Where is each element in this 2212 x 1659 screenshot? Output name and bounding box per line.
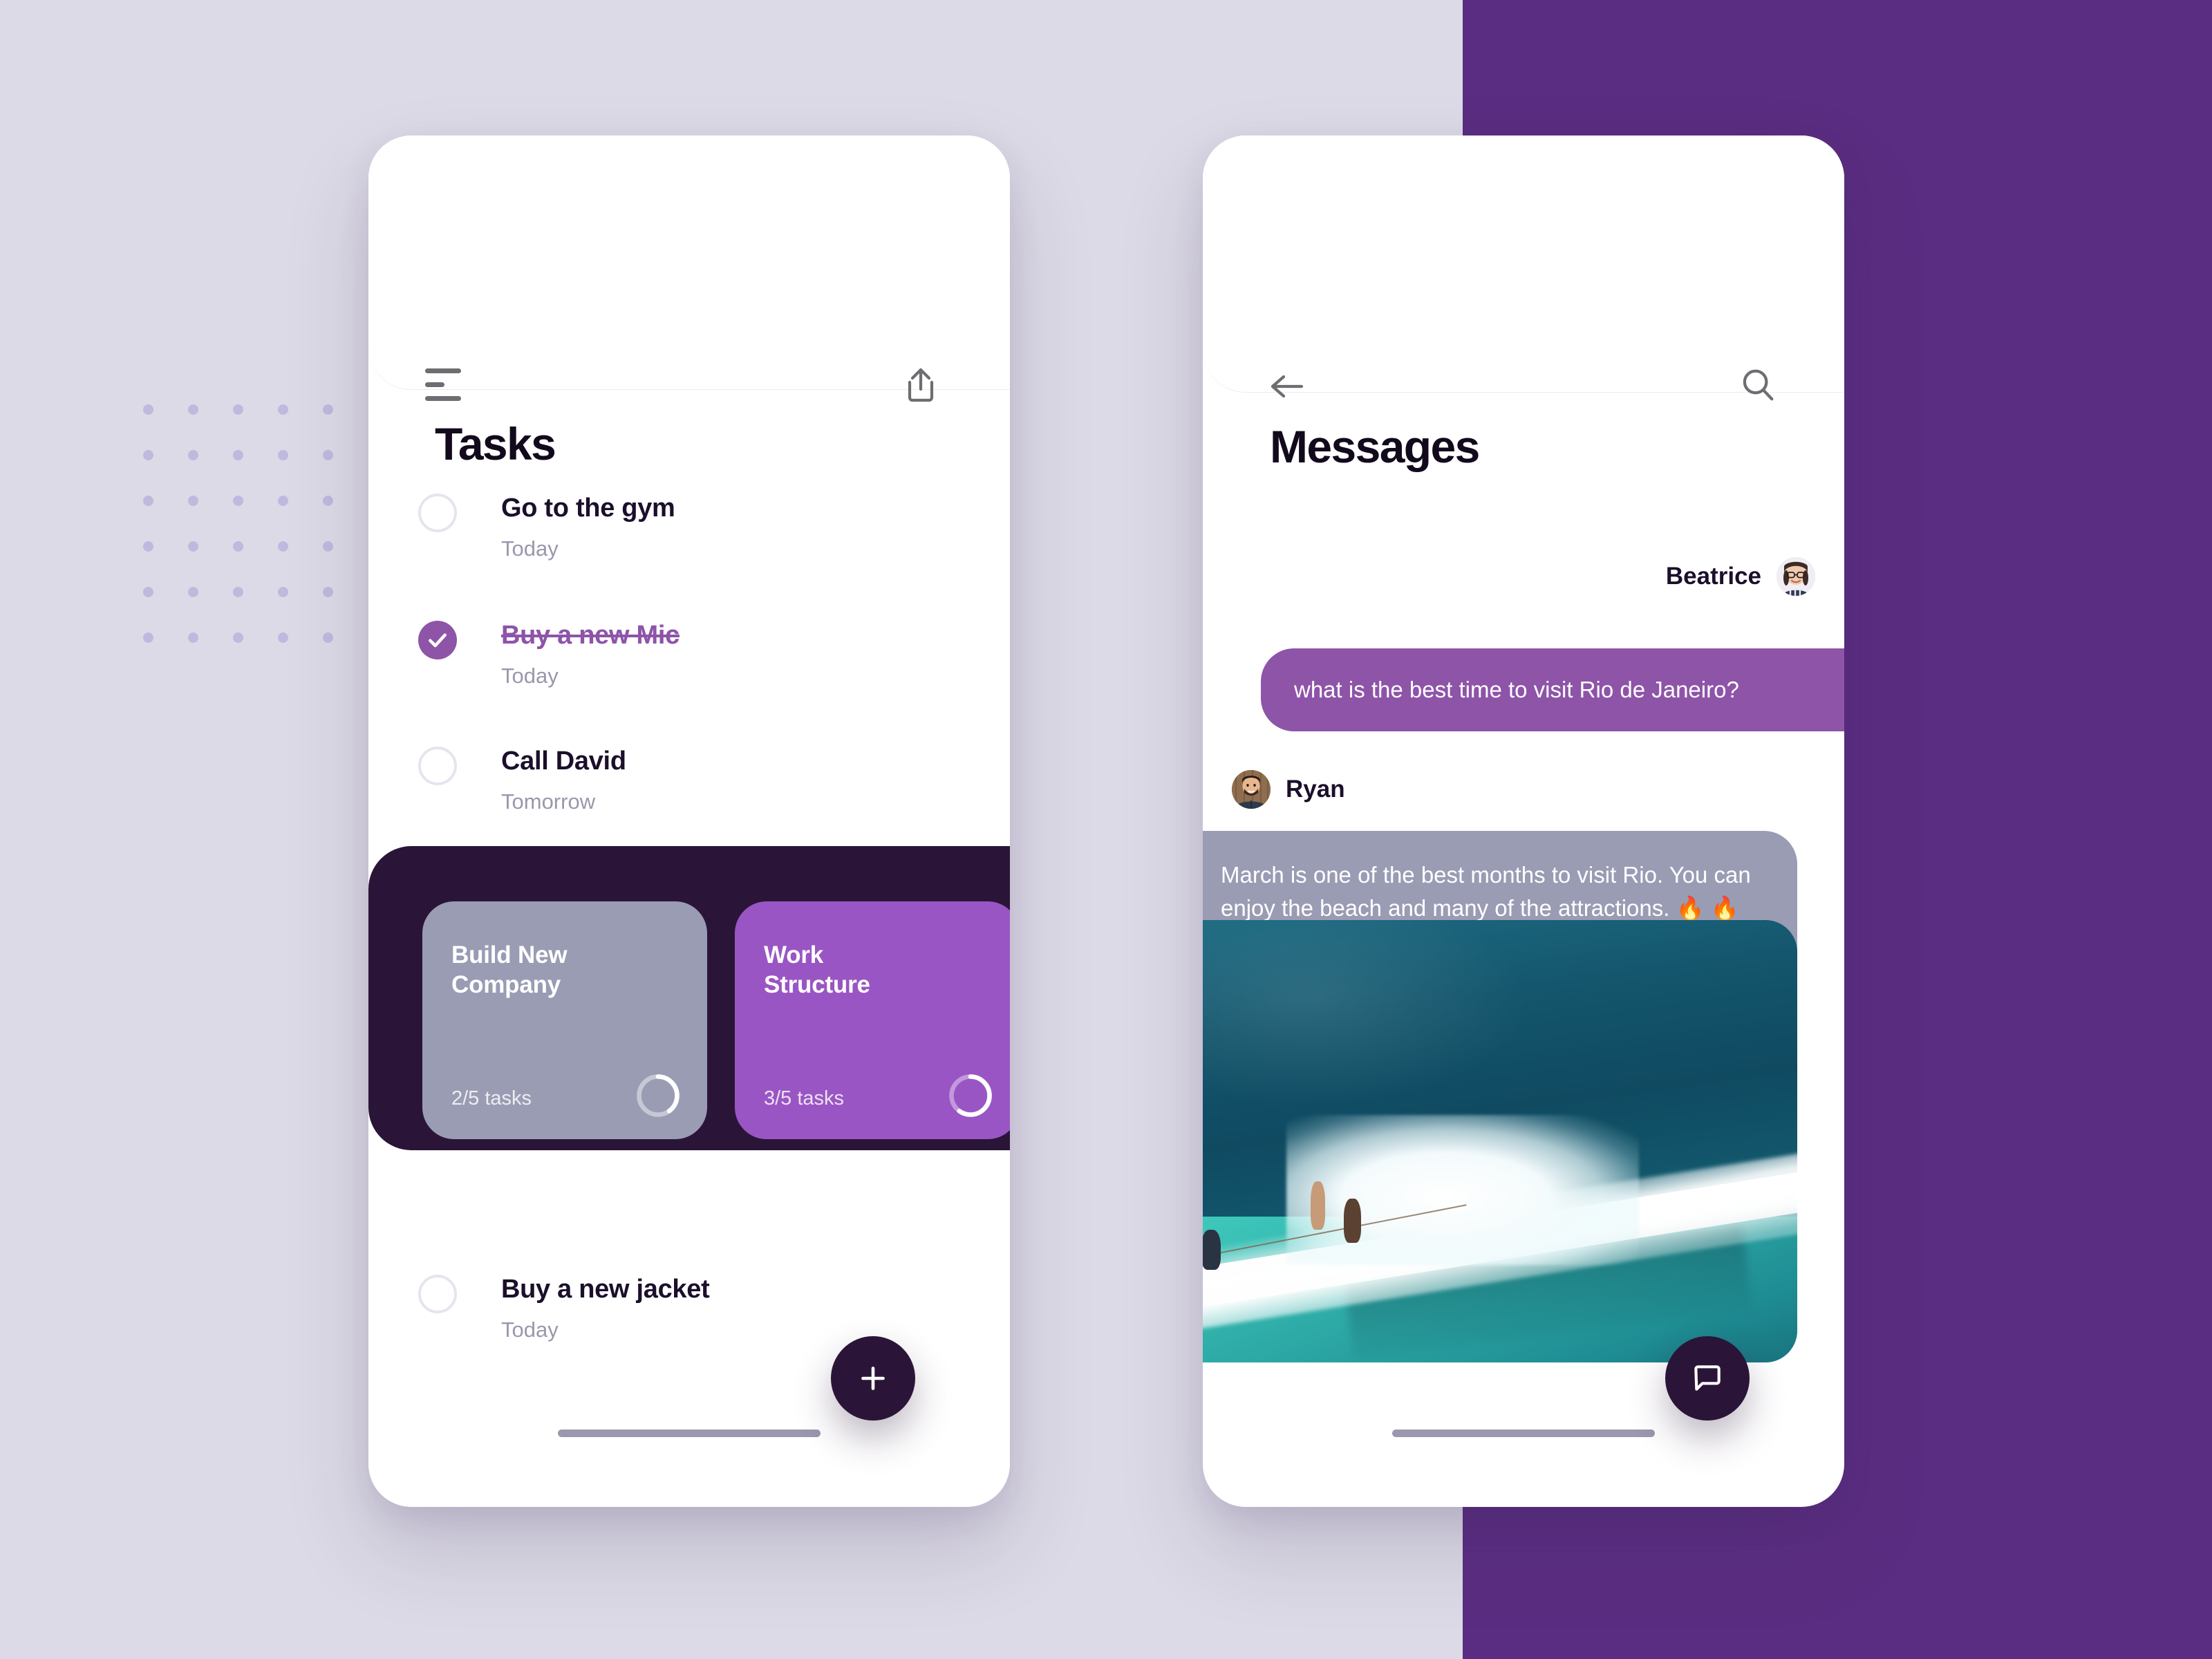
task-row[interactable]: Call David Tomorrow — [368, 740, 1010, 823]
grid-dot — [278, 404, 288, 415]
screenshot-stage: Tasks Go to the gym Today Buy a new Mic … — [0, 0, 2212, 1659]
tasks-header — [368, 135, 1010, 390]
grid-dot — [188, 450, 198, 460]
grid-dot — [323, 496, 333, 506]
task-date: Today — [501, 536, 559, 561]
messages-header — [1203, 135, 1844, 393]
wave-splash-layer — [1286, 1114, 1640, 1266]
grid-dot — [188, 632, 198, 643]
message-photo-attachment[interactable] — [1203, 920, 1797, 1362]
project-title: Build New Company — [451, 941, 568, 999]
task-row[interactable]: Buy a new Mic Today — [368, 614, 1010, 697]
message-sender-name: Ryan — [1286, 776, 1345, 803]
message-sender-row: Beatrice — [1666, 557, 1815, 596]
grid-dot — [323, 632, 333, 643]
check-icon — [429, 633, 447, 648]
task-checkbox-checked[interactable] — [418, 621, 457, 659]
grid-dot — [143, 404, 153, 415]
tasks-phone-card: Tasks Go to the gym Today Buy a new Mic … — [368, 135, 1010, 1507]
grid-dot — [143, 632, 153, 643]
chat-bubble-icon — [1694, 1365, 1721, 1391]
project-progress-label: 2/5 tasks — [451, 1087, 532, 1109]
grid-dot — [278, 450, 288, 460]
messages-phone-card: Messages Beatrice what is the best time … — [1203, 135, 1844, 1507]
grid-dot — [188, 587, 198, 597]
task-date: Tomorrow — [501, 789, 596, 814]
project-card[interactable]: Build New Company 2/5 tasks — [422, 901, 707, 1139]
project-progress-label: 3/5 tasks — [764, 1087, 845, 1109]
task-date: Today — [501, 664, 559, 688]
task-title: Buy a new jacket — [501, 1275, 710, 1304]
grid-dot — [323, 541, 333, 552]
grid-dot — [323, 587, 333, 597]
ryan-avatar — [1232, 770, 1271, 809]
project-title: Work Structure — [764, 941, 870, 999]
grid-dot — [323, 450, 333, 460]
avatar-illustration — [1232, 770, 1271, 809]
grid-dot — [188, 404, 198, 415]
swimmer-figure — [1203, 1230, 1221, 1270]
grid-dot — [278, 632, 288, 643]
beatrice-avatar — [1777, 557, 1815, 596]
progress-ring — [637, 1074, 679, 1117]
home-indicator — [558, 1430, 821, 1437]
task-date: Today — [501, 1318, 559, 1342]
grid-dot — [323, 404, 333, 415]
arrow-left-icon[interactable] — [1257, 357, 1316, 416]
swimmer-figure — [1311, 1181, 1326, 1230]
grid-dot — [143, 450, 153, 460]
add-task-fab[interactable] — [831, 1336, 915, 1421]
share-icon[interactable] — [891, 355, 950, 415]
new-message-fab[interactable] — [1665, 1336, 1750, 1421]
grid-dot — [233, 496, 243, 506]
plus-icon — [861, 1367, 885, 1390]
message-bubble-outgoing[interactable]: what is the best time to visit Rio de Ja… — [1261, 648, 1844, 732]
projects-panel: Build New Company 2/5 tasks Work Structu… — [368, 846, 1010, 1150]
progress-ring — [949, 1074, 992, 1117]
grid-dot — [233, 587, 243, 597]
project-card[interactable]: Work Structure 3/5 tasks — [735, 901, 1010, 1139]
home-indicator — [1392, 1430, 1655, 1437]
page-title: Tasks — [435, 418, 556, 469]
decorative-dot-grid — [143, 404, 344, 681]
grid-dot — [278, 496, 288, 506]
task-checkbox[interactable] — [418, 494, 457, 532]
grid-dot — [233, 404, 243, 415]
message-sender-row: Ryan — [1232, 770, 1345, 809]
grid-dot — [233, 632, 243, 643]
grid-dot — [143, 587, 153, 597]
grid-dot — [233, 541, 243, 552]
hamburger-menu-icon[interactable] — [425, 358, 480, 411]
grid-dot — [233, 450, 243, 460]
search-icon[interactable] — [1728, 355, 1788, 415]
task-row[interactable]: Buy a new jacket Today — [368, 1268, 1010, 1351]
task-checkbox[interactable] — [418, 1275, 457, 1313]
task-title: Buy a new Mic — [501, 621, 679, 650]
grid-dot — [278, 541, 288, 552]
grid-dot — [188, 496, 198, 506]
task-title: Call David — [501, 747, 626, 776]
grid-dot — [278, 587, 288, 597]
message-sender-name: Beatrice — [1665, 563, 1761, 590]
grid-dot — [143, 496, 153, 506]
task-row[interactable]: Go to the gym Today — [368, 487, 1010, 570]
grid-dot — [188, 541, 198, 552]
grid-dot — [143, 541, 153, 552]
swimmer-figure — [1344, 1199, 1362, 1244]
avatar-illustration — [1777, 557, 1815, 596]
task-title: Go to the gym — [501, 494, 675, 523]
page-title: Messages — [1270, 421, 1480, 472]
task-checkbox[interactable] — [418, 747, 457, 785]
